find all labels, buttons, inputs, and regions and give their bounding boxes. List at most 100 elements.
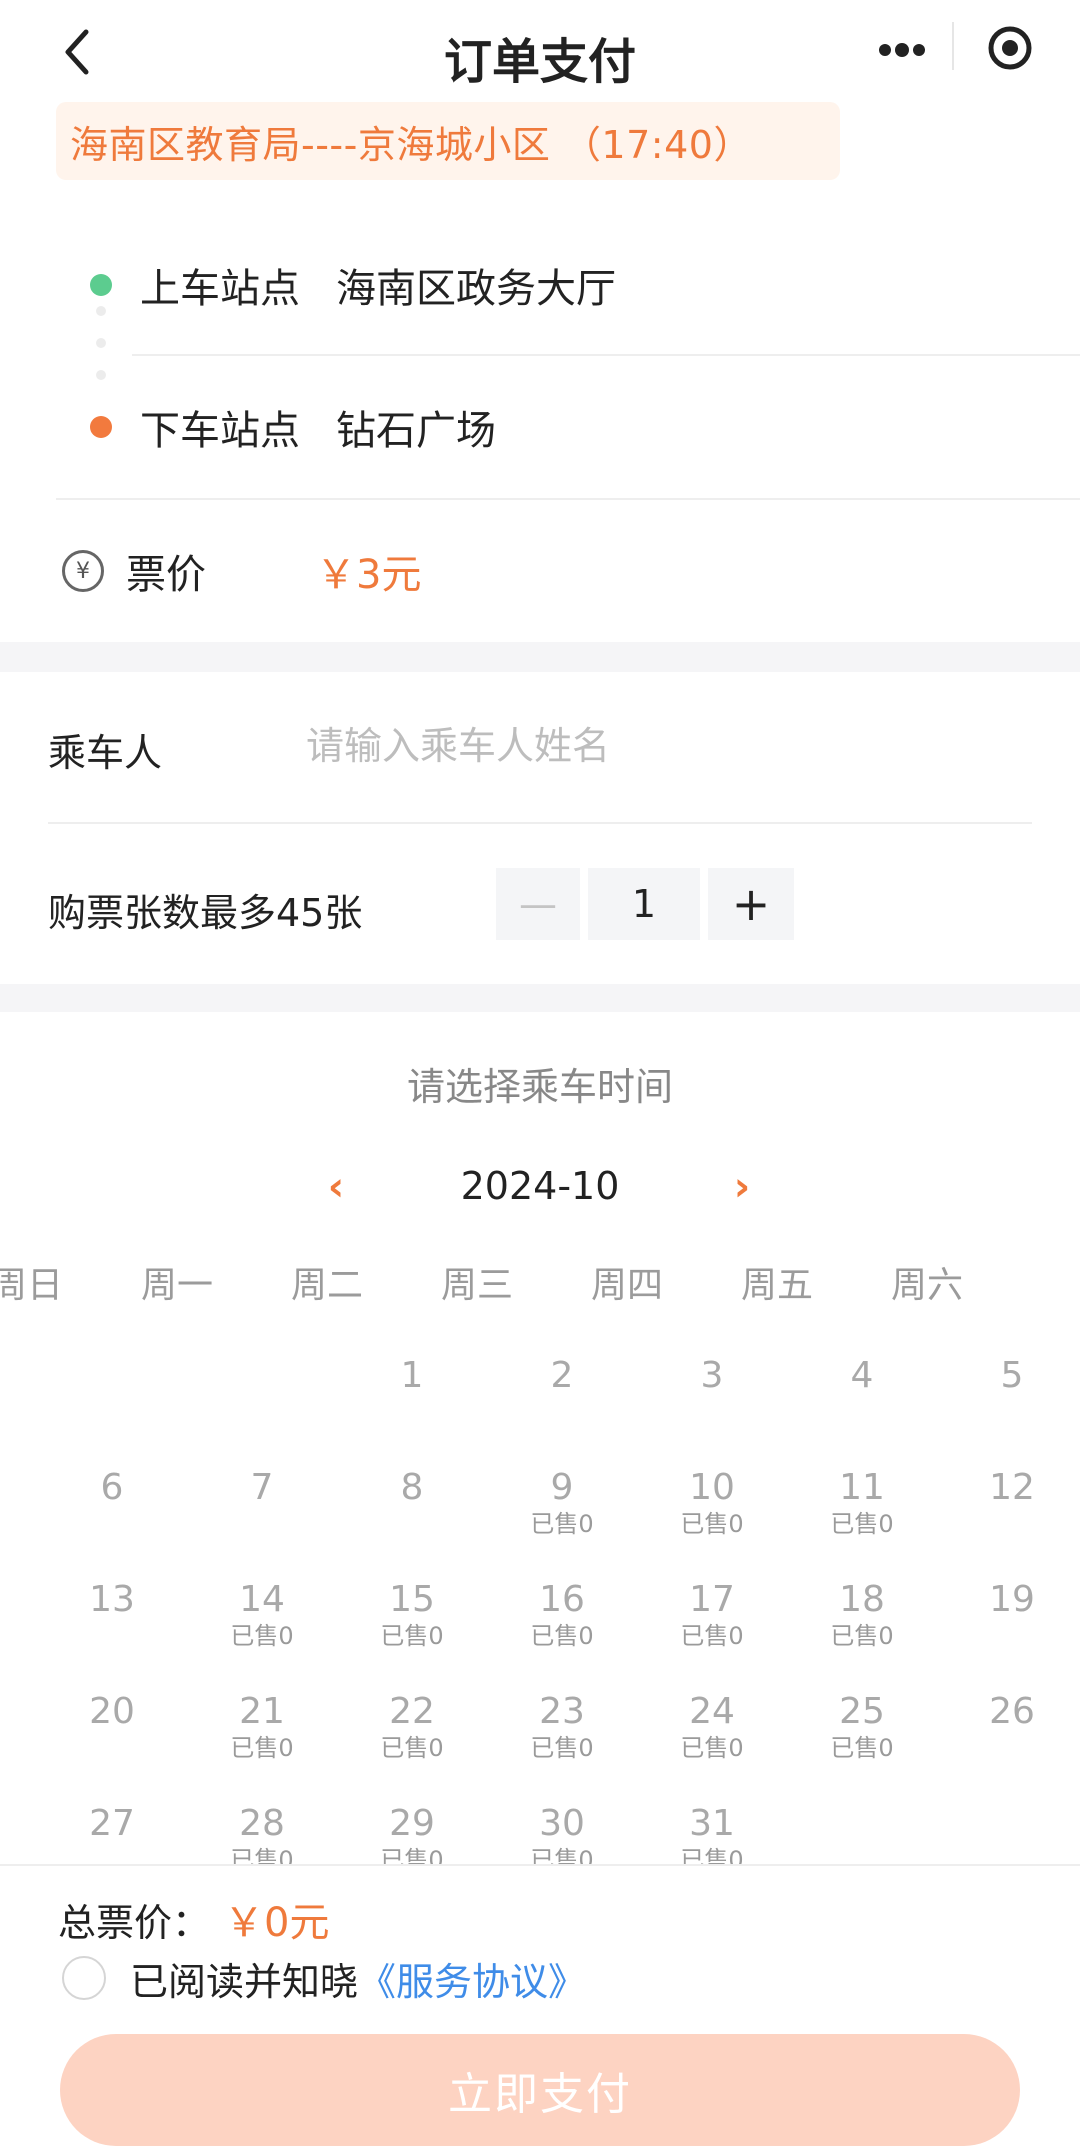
day-number: 21 xyxy=(239,1691,285,1732)
weekday-label: 周四 xyxy=(590,1265,663,1306)
weekday-label: 周日 xyxy=(0,1265,63,1306)
day-sold-count: 已售0 xyxy=(680,1734,744,1762)
calendar-day[interactable]: 11 已售0 xyxy=(787,1466,937,1538)
total-price-row: 总票价： ￥0元 xyxy=(58,1890,329,1948)
calendar-day[interactable]: 1 xyxy=(337,1354,487,1398)
calendar-day[interactable]: 10 已售0 xyxy=(637,1466,787,1538)
target-icon xyxy=(988,26,1032,70)
day-number: 19 xyxy=(989,1579,1035,1620)
day-number: 10 xyxy=(689,1467,735,1508)
yen-icon: ¥ xyxy=(62,550,104,592)
nav-bar: 订单支付 xyxy=(0,0,1080,104)
alighting-station-row: 下车站点 钻石广场 xyxy=(90,392,496,462)
day-number: 20 xyxy=(89,1691,135,1732)
calendar-prompt: 请选择乘车时间 xyxy=(406,1065,673,1109)
day-number: 12 xyxy=(989,1467,1035,1508)
day-number: 22 xyxy=(389,1691,435,1732)
day-number: 16 xyxy=(539,1579,585,1620)
divider xyxy=(56,498,1080,500)
next-month-button[interactable]: › xyxy=(722,1162,762,1212)
day-number: 18 xyxy=(839,1579,885,1620)
calendar-day[interactable]: 24 已售0 xyxy=(637,1690,787,1762)
boarding-dot-icon xyxy=(90,274,112,296)
day-sold-count: 已售0 xyxy=(680,1622,744,1650)
calendar-day[interactable]: 22 已售0 xyxy=(337,1690,487,1762)
calendar-day[interactable]: 21 已售0 xyxy=(187,1690,337,1762)
day-sold-count: 已售0 xyxy=(380,1734,444,1762)
agreement-checkbox[interactable] xyxy=(62,1956,106,2000)
day-number: 25 xyxy=(839,1691,885,1732)
boarding-station-name: 海南区政务大厅 xyxy=(336,266,616,312)
calendar-day[interactable]: 16 已售0 xyxy=(487,1578,637,1650)
calendar-day[interactable]: 23 已售0 xyxy=(487,1690,637,1762)
day-number: 15 xyxy=(389,1579,435,1620)
day-number: 31 xyxy=(689,1803,735,1844)
day-number: 30 xyxy=(539,1803,585,1844)
month-title: 2024-10 xyxy=(460,1164,620,1208)
calendar-day[interactable]: 8 xyxy=(337,1466,487,1510)
calendar-day[interactable]: 26 xyxy=(937,1690,1080,1734)
calendar-day[interactable]: 17 已售0 xyxy=(637,1578,787,1650)
calendar-day[interactable]: 2 xyxy=(487,1354,637,1398)
day-sold-count: 已售0 xyxy=(230,1622,294,1650)
day-number: 3 xyxy=(700,1355,724,1396)
day-number: 23 xyxy=(539,1691,585,1732)
calendar-day[interactable]: 14 已售0 xyxy=(187,1578,337,1650)
day-number: 5 xyxy=(1000,1355,1024,1396)
calendar-day[interactable]: 19 xyxy=(937,1578,1080,1622)
calendar-day[interactable]: 27 xyxy=(37,1802,187,1846)
more-button[interactable] xyxy=(872,26,932,74)
route-connector xyxy=(96,306,106,402)
day-sold-count: 已售0 xyxy=(380,1622,444,1650)
day-number: 26 xyxy=(989,1691,1035,1732)
weekday-label: 周六 xyxy=(890,1265,963,1306)
day-sold-count: 已售0 xyxy=(530,1622,594,1650)
increase-button[interactable]: + xyxy=(708,868,794,940)
day-number: 4 xyxy=(850,1355,874,1396)
ticket-count-label: 购票张数最多45张 xyxy=(48,891,363,935)
calendar-day[interactable]: 5 xyxy=(937,1354,1080,1398)
ticket-count-value: 1 xyxy=(588,868,700,940)
calendar-day[interactable]: 13 xyxy=(37,1578,187,1622)
service-agreement-link[interactable]: 《服务协议》 xyxy=(358,1951,586,2006)
day-sold-count: 已售0 xyxy=(830,1622,894,1650)
day-number: 14 xyxy=(239,1579,285,1620)
calendar-day[interactable]: 15 已售0 xyxy=(337,1578,487,1650)
calendar-day[interactable]: 18 已售0 xyxy=(787,1578,937,1650)
day-number: 6 xyxy=(100,1467,124,1508)
calendar-day[interactable]: 3 xyxy=(637,1354,787,1398)
price-label: 票价 xyxy=(126,552,206,598)
day-sold-count: 已售0 xyxy=(680,1510,744,1538)
agreement-text: 已阅读并知晓 xyxy=(130,1959,359,2004)
day-number: 7 xyxy=(250,1467,274,1508)
weekday-label: 周五 xyxy=(740,1265,813,1306)
day-number: 2 xyxy=(550,1355,574,1396)
agreement-row: 已阅读并知晓 《服务协议》 xyxy=(62,1950,586,2006)
day-number: 17 xyxy=(689,1579,735,1620)
day-number: 27 xyxy=(89,1803,135,1844)
calendar-day[interactable]: 12 xyxy=(937,1466,1080,1510)
alighting-station-name: 钻石广场 xyxy=(336,408,496,454)
pay-now-button[interactable]: 立即支付 xyxy=(60,2034,1020,2146)
calendar-day[interactable]: 20 xyxy=(37,1690,187,1734)
calendar-day[interactable]: 4 xyxy=(787,1354,937,1398)
capsule-divider xyxy=(952,22,954,70)
day-number: 11 xyxy=(839,1467,885,1508)
day-sold-count: 已售0 xyxy=(530,1734,594,1762)
passenger-label: 乘车人 xyxy=(48,731,163,775)
weekday-label: 周一 xyxy=(140,1265,213,1306)
route-banner: 海南区教育局----京海城小区 （17:40） xyxy=(56,102,840,180)
calendar-day[interactable]: 6 xyxy=(37,1466,187,1510)
day-sold-count: 已售0 xyxy=(830,1510,894,1538)
passenger-name-input[interactable] xyxy=(306,716,1006,776)
more-dots-icon xyxy=(879,43,925,57)
boarding-label: 上车站点 xyxy=(140,266,300,312)
calendar-day[interactable]: 9 已售0 xyxy=(487,1466,637,1538)
ticket-price-row: ¥ 票价 ￥3元 xyxy=(62,536,421,606)
close-miniprogram-button[interactable] xyxy=(984,22,1036,74)
calendar-day[interactable]: 25 已售0 xyxy=(787,1690,937,1762)
calendar-day[interactable]: 7 xyxy=(187,1466,337,1510)
decrease-button[interactable]: — xyxy=(496,868,580,940)
weekday-label: 周三 xyxy=(440,1265,513,1306)
alighting-label: 下车站点 xyxy=(140,408,300,454)
